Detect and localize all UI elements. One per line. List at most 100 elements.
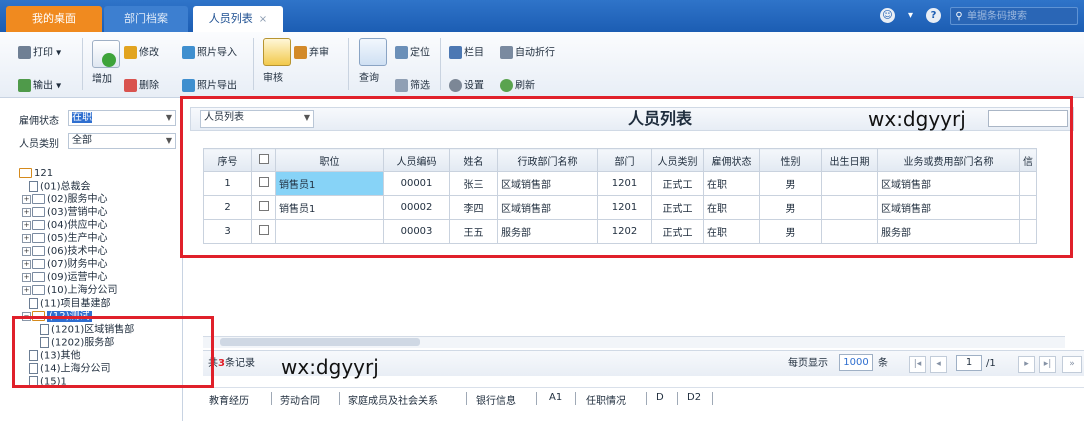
help-icon[interactable]: ? — [926, 8, 941, 23]
toolbar-divider — [348, 38, 349, 90]
tab-person-list[interactable]: 人员列表 × — [193, 6, 283, 32]
tree-item-label: (09)运营中心 — [47, 272, 108, 283]
modify-button[interactable]: 修改 — [124, 46, 159, 61]
annotation-box-grid — [180, 96, 1073, 258]
printer-icon — [18, 46, 31, 59]
tree-item[interactable]: (01)总裁会 — [29, 181, 91, 194]
add-button[interactable]: 增加 — [92, 73, 112, 87]
columns-label: 栏目 — [464, 47, 484, 59]
tab-separator — [712, 392, 713, 405]
photo-export-label: 照片导出 — [197, 80, 237, 92]
tree-item-label: (10)上海分公司 — [47, 285, 118, 296]
autowrap-button[interactable]: 自动折行 — [500, 46, 555, 61]
person-type-label: 人员类别 — [19, 139, 59, 150]
abandon-icon — [294, 46, 307, 59]
last-page-button[interactable]: ▸| — [1039, 356, 1056, 373]
search-input[interactable]: ⚲ 单据条码搜索 — [950, 7, 1078, 25]
tree-item[interactable]: + (04)供应中心 — [22, 220, 108, 232]
page-total: /1 — [986, 358, 996, 369]
tree-item[interactable]: + (09)运营中心 — [22, 272, 108, 284]
gear-icon — [449, 79, 462, 92]
export-label: 输出 — [33, 80, 53, 92]
next-page-button[interactable]: ▸ — [1018, 356, 1035, 373]
tree-item-label: (02)服务中心 — [47, 194, 108, 205]
autowrap-label: 自动折行 — [515, 47, 555, 59]
folder-icon — [32, 259, 45, 269]
tab-separator — [339, 392, 340, 405]
print-button[interactable]: 打印 ▾ — [18, 46, 61, 61]
tree-item-label: (05)生产中心 — [47, 233, 108, 244]
chevron-down-icon: ▼ — [165, 113, 172, 122]
expand-icon[interactable]: + — [22, 233, 31, 243]
tab-appointment[interactable]: 任职情况 — [586, 392, 626, 407]
close-icon[interactable]: × — [259, 14, 267, 25]
folder-icon — [32, 246, 45, 256]
expand-icon[interactable]: + — [22, 259, 31, 269]
expand-icon[interactable]: + — [22, 272, 31, 282]
locate-icon — [395, 46, 408, 59]
delete-label: 删除 — [139, 80, 159, 92]
tab-department-archive[interactable]: 部门档案 — [104, 6, 188, 32]
folder-icon — [32, 207, 45, 217]
tree-item[interactable]: + (05)生产中心 — [22, 233, 108, 245]
filter-button[interactable]: 筛选 — [395, 79, 430, 94]
tree-item[interactable]: + (10)上海分公司 — [22, 285, 118, 297]
tab-labor-contract[interactable]: 劳动合同 — [280, 392, 320, 407]
toolbar-divider — [82, 38, 83, 90]
per-page-input[interactable]: 1000 — [839, 354, 873, 371]
tree-item[interactable]: + (03)营销中心 — [22, 207, 108, 219]
search-placeholder: 单据条码搜索 — [967, 11, 1027, 22]
tree-item[interactable]: + (07)财务中心 — [22, 259, 108, 271]
watermark-text: wx:dgyyrj — [281, 355, 379, 379]
photo-import-button[interactable]: 照片导入 — [182, 46, 237, 61]
locate-button[interactable]: 定位 — [395, 46, 430, 61]
audit-button[interactable]: 审核 — [263, 72, 283, 86]
person-type-select[interactable]: 全部 ▼ — [68, 133, 176, 149]
go-page-button[interactable]: » — [1062, 356, 1082, 373]
tab-family[interactable]: 家庭成员及社会关系 — [348, 392, 438, 407]
tree-item-label: (03)营销中心 — [47, 207, 108, 218]
settings-button[interactable]: 设置 — [449, 79, 484, 94]
abandon-button[interactable]: 弃审 — [294, 46, 329, 61]
employment-status-select[interactable]: 在职 ▼ — [68, 110, 176, 126]
scrollbar-thumb[interactable] — [220, 338, 420, 346]
tab-d[interactable]: D — [656, 392, 664, 403]
smiley-icon[interactable]: ☺ — [880, 8, 895, 23]
first-page-button[interactable]: |◂ — [909, 356, 926, 373]
tree-root[interactable]: 121 — [19, 168, 53, 180]
tab-d2[interactable]: D2 — [687, 392, 701, 403]
expand-icon[interactable]: + — [22, 246, 31, 256]
modify-label: 修改 — [139, 47, 159, 59]
export-button[interactable]: 输出 ▾ — [18, 79, 61, 94]
photo-export-button[interactable]: 照片导出 — [182, 79, 237, 94]
tree-root-label: 121 — [34, 168, 54, 179]
delete-button[interactable]: 删除 — [124, 79, 159, 94]
expand-icon[interactable]: + — [22, 194, 31, 204]
tree-item-label: (11)项目基建部 — [40, 298, 111, 310]
query-icon — [359, 38, 387, 66]
tab-a1[interactable]: A1 — [549, 392, 562, 403]
expand-icon[interactable]: + — [22, 285, 31, 295]
columns-button[interactable]: 栏目 — [449, 46, 484, 61]
page-input[interactable]: 1 — [956, 355, 982, 371]
tree-item[interactable]: (11)项目基建部 — [29, 298, 111, 311]
tree-item[interactable]: + (02)服务中心 — [22, 194, 108, 206]
tab-my-desktop[interactable]: 我的桌面 — [6, 6, 102, 32]
query-button[interactable]: 查询 — [359, 72, 379, 86]
print-label: 打印 — [33, 47, 53, 59]
expand-icon[interactable]: + — [22, 207, 31, 217]
detail-tabs — [203, 387, 1084, 411]
employment-status-label: 雇佣状态 — [19, 116, 59, 127]
toolbar-divider — [440, 38, 441, 90]
tab-separator — [536, 392, 537, 405]
refresh-button[interactable]: 刷新 — [500, 79, 535, 94]
tab-bank-info[interactable]: 银行信息 — [476, 392, 516, 407]
search-icon: ⚲ — [955, 11, 963, 22]
dropdown-icon[interactable]: ▾ — [903, 8, 918, 23]
tree-item[interactable]: + (06)技术中心 — [22, 246, 108, 258]
toolbar-divider — [253, 38, 254, 90]
prev-page-button[interactable]: ◂ — [930, 356, 947, 373]
expand-icon[interactable]: + — [22, 220, 31, 230]
tab-education[interactable]: 教育经历 — [209, 392, 249, 407]
tree-item-label: (01)总裁会 — [40, 181, 91, 193]
